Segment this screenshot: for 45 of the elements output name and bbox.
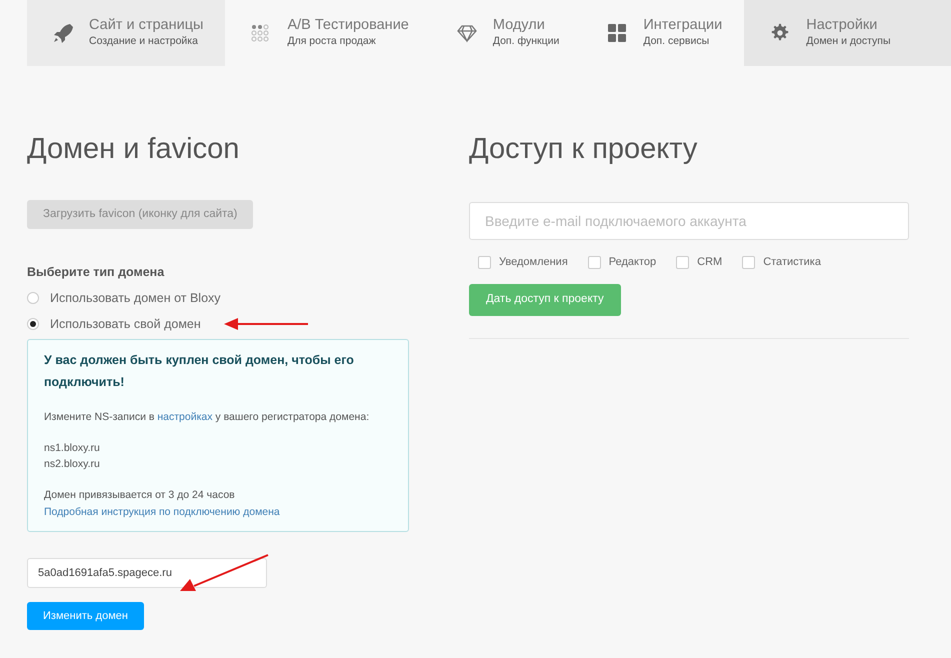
email-field[interactable]: Введите e-mail подключаемого аккаунта [469, 202, 909, 240]
radio-button[interactable] [27, 318, 39, 330]
rocket-icon [53, 23, 73, 43]
settings-link[interactable]: настройках [157, 410, 213, 423]
section-heading: Доступ к проекту [469, 134, 698, 166]
nav-tab[interactable]: Модули Доп. функции [430, 0, 582, 66]
checkbox[interactable] [478, 256, 491, 269]
checkbox[interactable] [676, 256, 690, 269]
checkbox[interactable] [588, 256, 601, 269]
tab-subtitle: Доп. функции [492, 34, 560, 50]
nav-tab[interactable]: Настройки Домен и доступы [744, 0, 951, 66]
ns-server-text: ns2.bloxy.ru [44, 457, 101, 472]
change-domain-button[interactable]: Изменить домен [27, 602, 144, 630]
tab-title: Сайт и страницы [89, 16, 204, 34]
notice-text: Измените NS-записи в настройках у вашего регистратора домена: [44, 410, 370, 425]
tab-subtitle: Создание и настройка [89, 34, 199, 50]
dot-grid-icon [251, 23, 272, 43]
section-heading: Домен и favicon [27, 134, 240, 166]
domain-field[interactable]: 5a0ad1691afa5.spagece.ru [27, 558, 267, 588]
notice-text: Домен привязывается от 3 до 24 часов [44, 488, 236, 504]
guide-link[interactable]: Подробная инструкция по подключению домена [44, 504, 392, 521]
field-label: Выберите тип домена [27, 264, 166, 282]
grid-icon [607, 23, 628, 43]
checkbox[interactable] [742, 256, 756, 269]
nav-tab[interactable]: Сайт и страницы Создание и настройка [27, 0, 226, 66]
tab-title: Настройки [806, 16, 878, 34]
tab-subtitle: Для роста продаж [287, 34, 377, 50]
checkbox-label[interactable]: CRM [697, 254, 722, 270]
tab-title: A/B Тестирование [287, 16, 409, 34]
radio-label[interactable]: Использовать свой домен [50, 314, 201, 334]
ns-server-text: ns1.bloxy.ru [44, 440, 101, 456]
radio-button[interactable] [27, 292, 39, 304]
checkbox-label[interactable]: Редактор [608, 254, 656, 270]
radio-label[interactable]: Использовать домен от Bloxy [50, 288, 221, 308]
tab-subtitle: Домен и доступы [806, 34, 891, 50]
checkbox-label[interactable]: Статистика [763, 254, 821, 270]
tab-title: Модули [492, 16, 546, 34]
nav-tab[interactable]: Интеграции Доп. сервисы [581, 0, 744, 66]
tab-subtitle: Доп. сервисы [643, 34, 710, 50]
notice-title: У вас должен быть куплен свой домен, чтобы его подключить! [44, 352, 355, 391]
tab-title: Интеграции [643, 16, 722, 34]
nav-tab[interactable]: A/B Тестирование Для роста продаж [225, 0, 431, 66]
checkbox-label[interactable]: Уведомления [499, 254, 568, 270]
diamond-icon [456, 23, 477, 43]
settings-icon [770, 23, 790, 43]
